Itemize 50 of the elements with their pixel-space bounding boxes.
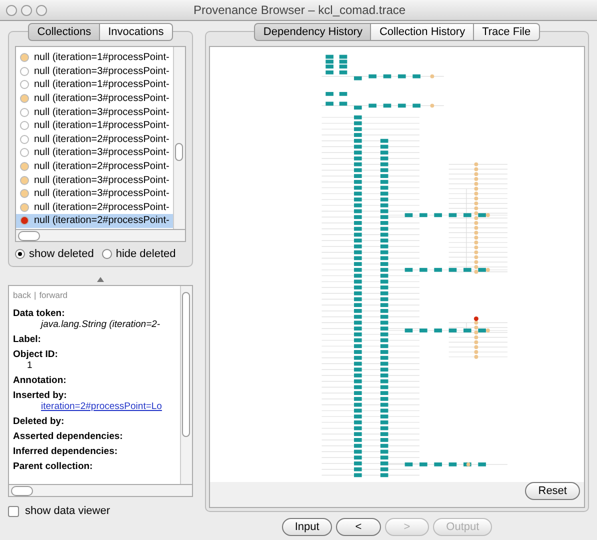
forward-link[interactable]: forward bbox=[39, 290, 68, 300]
horizontal-scrollbar[interactable] bbox=[15, 230, 186, 242]
field-value: 1 bbox=[26, 360, 34, 371]
collection-item[interactable]: null (iteration=2#processPoint- bbox=[16, 214, 173, 228]
zoom-button[interactable] bbox=[36, 4, 47, 16]
collection-item[interactable]: null (iteration=1#processPoint- bbox=[16, 118, 173, 133]
collection-item[interactable]: null (iteration=2#processPoint- bbox=[16, 200, 173, 214]
radio-button[interactable] bbox=[15, 249, 25, 259]
collection-item[interactable]: null (iteration=3#processPoint- bbox=[16, 105, 173, 119]
view-tab[interactable]: Dependency History bbox=[254, 23, 372, 41]
view-tab[interactable]: Trace File bbox=[474, 23, 540, 41]
panel-tab[interactable]: Collections bbox=[28, 23, 100, 41]
field-label: Parent collection: bbox=[13, 461, 94, 472]
minimize-button[interactable] bbox=[21, 4, 32, 16]
collection-item[interactable]: null (iteration=3#processPoint- bbox=[16, 64, 173, 78]
splitter-handle-icon[interactable] bbox=[97, 277, 104, 282]
radio-label: show deleted bbox=[29, 248, 94, 260]
field-value: java.lang.String (iteration=2- bbox=[39, 319, 162, 330]
navigation-button[interactable]: Input bbox=[282, 518, 332, 536]
horizontal-scrollbar[interactable] bbox=[8, 485, 193, 497]
collection-item[interactable]: null (iteration=3#processPoint- bbox=[16, 146, 173, 160]
radio-label: hide deleted bbox=[116, 248, 176, 260]
field-label: Object ID: bbox=[13, 349, 59, 360]
view-tab[interactable]: Collection History bbox=[371, 23, 474, 41]
collection-item[interactable]: null (iteration=2#processPoint- bbox=[16, 160, 173, 174]
vertical-scrollbar[interactable] bbox=[173, 47, 185, 229]
collection-item[interactable]: null (iteration=1#processPoint- bbox=[16, 51, 173, 65]
collection-item[interactable]: null (iteration=1#processPoint- bbox=[16, 78, 173, 92]
field-label: Label: bbox=[13, 334, 42, 345]
radio-button[interactable] bbox=[102, 249, 112, 259]
field-label: Data token: bbox=[13, 308, 66, 319]
collection-item[interactable]: null (iteration=3#processPoint- bbox=[16, 186, 173, 201]
collection-item[interactable]: null (iteration=3#processPoint- bbox=[16, 173, 173, 187]
reset-button[interactable]: Reset bbox=[525, 482, 580, 500]
field-label: Annotation: bbox=[13, 375, 68, 386]
collection-item[interactable]: null (iteration=3#processPoint- bbox=[16, 92, 173, 106]
window-title: Provenance Browser – kcl_comad.trace bbox=[192, 3, 407, 17]
back-link[interactable]: back bbox=[13, 290, 31, 300]
field-link[interactable]: iteration=2#processPoint=Lo bbox=[13, 401, 176, 412]
field-label: Asserted dependencies: bbox=[13, 431, 124, 442]
separator: | bbox=[34, 290, 36, 300]
field-label: Inferred dependencies: bbox=[13, 446, 119, 457]
vertical-scrollbar[interactable] bbox=[180, 286, 192, 484]
close-button[interactable] bbox=[6, 4, 17, 16]
show-data-viewer-checkbox[interactable]: show data viewer bbox=[8, 505, 193, 517]
field-label: Inserted by: bbox=[13, 390, 68, 401]
field-label: Deleted by: bbox=[13, 416, 66, 427]
navigation-button[interactable]: < bbox=[336, 518, 381, 536]
collection-item[interactable]: null (iteration=2#processPoint- bbox=[16, 132, 173, 146]
panel-tab[interactable]: Invocations bbox=[100, 23, 173, 41]
